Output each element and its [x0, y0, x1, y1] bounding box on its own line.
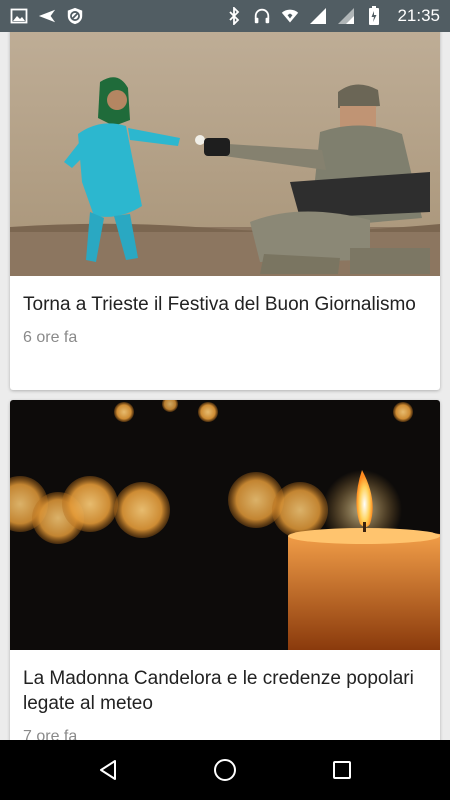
home-icon[interactable] [205, 750, 245, 790]
article-card[interactable]: La Madonna Candelora e le credenze popol… [10, 400, 440, 740]
article-card[interactable]: Torna a Trieste il Festiva del Buon Gior… [10, 32, 440, 390]
battery-icon [365, 6, 383, 25]
image-icon [10, 7, 28, 25]
article-title[interactable]: La Madonna Candelora e le credenze popol… [23, 666, 426, 716]
headset-icon [253, 7, 271, 25]
blocked-icon [66, 7, 84, 25]
back-icon[interactable] [88, 750, 128, 790]
article-image[interactable] [10, 32, 440, 276]
news-feed[interactable]: Torna a Trieste il Festiva del Buon Gior… [0, 32, 450, 740]
navigation-bar [0, 740, 450, 800]
article-title[interactable]: Torna a Trieste il Festiva del Buon Gior… [23, 292, 426, 317]
article-image[interactable] [10, 400, 440, 650]
status-bar: 21:35 [0, 0, 450, 32]
article-time: 6 ore fa [23, 329, 78, 346]
signal-icon [337, 7, 355, 25]
system-icons: 21:35 [225, 6, 440, 26]
signal-icon [309, 7, 327, 25]
article-text: La Madonna Candelora e le credenze popol… [10, 650, 440, 740]
article-time: 7 ore fa [23, 728, 78, 740]
recents-icon[interactable] [322, 750, 362, 790]
bluetooth-icon [225, 7, 243, 25]
send-icon [38, 7, 56, 25]
article-text: Torna a Trieste il Festiva del Buon Gior… [10, 276, 440, 347]
notification-icons [10, 7, 84, 25]
status-time: 21:35 [397, 6, 440, 25]
wifi-icon [281, 7, 299, 25]
